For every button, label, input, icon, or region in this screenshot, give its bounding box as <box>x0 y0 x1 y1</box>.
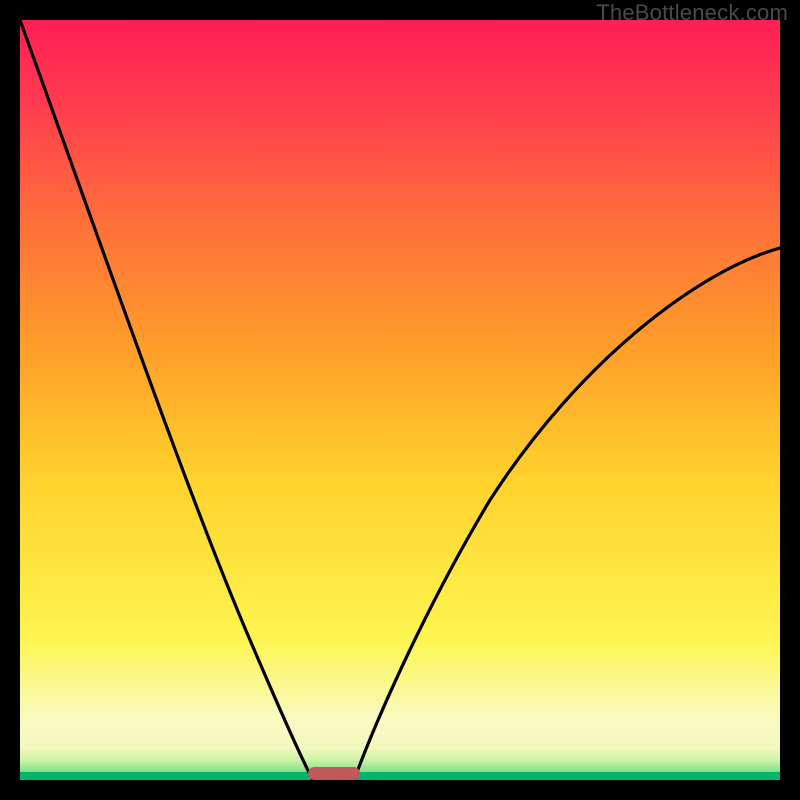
outer-frame: TheBottleneck.com <box>0 0 800 800</box>
minimum-marker <box>308 767 360 780</box>
curve-left-branch <box>20 20 313 780</box>
curve-right-branch <box>354 248 780 780</box>
plot-area <box>20 20 780 780</box>
watermark-text: TheBottleneck.com <box>596 0 788 26</box>
bottleneck-curve <box>20 20 780 780</box>
